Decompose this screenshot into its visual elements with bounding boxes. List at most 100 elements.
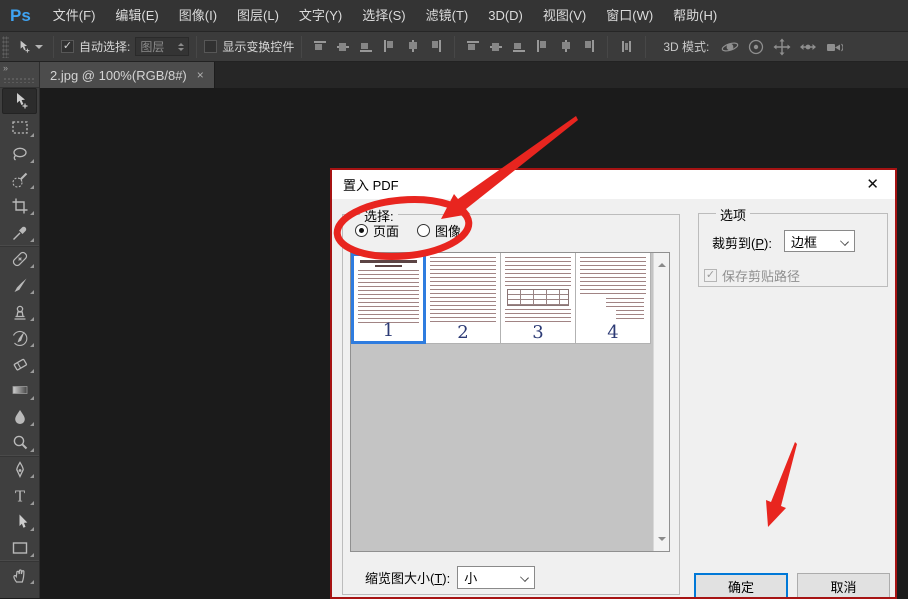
collapse-panel-icon[interactable]: »: [3, 63, 8, 73]
separator: [196, 36, 197, 58]
show-transform-checkbox[interactable]: 显示变换控件: [204, 38, 294, 55]
dialog-title-bar[interactable]: 置入 PDF ✕: [332, 170, 895, 199]
separator: [53, 36, 54, 58]
separator: [301, 36, 302, 58]
pan-3d-camera-icon[interactable]: [773, 38, 791, 56]
radio-pages-label: 页面: [373, 221, 399, 240]
radio-selected-icon[interactable]: [355, 224, 368, 237]
pdf-page-thumbnail-3[interactable]: 3: [501, 253, 576, 344]
thumbnail-size-dropdown[interactable]: 小: [457, 566, 535, 589]
align-vertical-centers-icon[interactable]: [335, 38, 352, 55]
tools-panel-header[interactable]: »: [0, 62, 39, 88]
menu-item-type[interactable]: 文字(Y): [289, 0, 352, 31]
distribute-bottom-icon[interactable]: [511, 38, 528, 55]
menu-item-window[interactable]: 窗口(W): [596, 0, 663, 31]
tab-close-icon[interactable]: ×: [197, 68, 204, 82]
tool-crop[interactable]: [0, 193, 39, 219]
ok-button[interactable]: 确定: [694, 573, 788, 597]
tool-path-selection[interactable]: [0, 509, 39, 535]
tool-hand[interactable]: [0, 561, 39, 587]
document-tab-title: 2.jpg @ 100%(RGB/8#): [50, 68, 187, 83]
tool-rectangle-shape[interactable]: [0, 535, 39, 561]
roll-3d-camera-icon[interactable]: [747, 38, 765, 56]
tool-lasso[interactable]: [0, 141, 39, 167]
tool-eyedropper[interactable]: [0, 219, 39, 245]
menu-item-layer[interactable]: 图层(L): [227, 0, 289, 31]
tool-quick-selection[interactable]: [0, 167, 39, 193]
page-number: 1: [354, 320, 423, 341]
tool-eraser[interactable]: [0, 351, 39, 377]
distribute-horizontal-centers-icon[interactable]: [557, 38, 574, 55]
align-left-edges-icon[interactable]: [381, 38, 398, 55]
align-right-edges-icon[interactable]: [427, 38, 444, 55]
tool-clone-stamp[interactable]: [0, 298, 39, 324]
separator: [645, 36, 646, 58]
auto-select-checkbox[interactable]: ✓ 自动选择:: [61, 38, 130, 55]
tool-pen[interactable]: [0, 456, 39, 482]
checked-checkbox-icon[interactable]: ✓: [61, 40, 74, 53]
auto-select-label: 自动选择:: [79, 38, 130, 55]
page-number: 2: [426, 322, 500, 343]
auto-select-target-dropdown[interactable]: 图层: [135, 37, 189, 56]
thumbnail-size-value: 小: [464, 568, 477, 587]
distribute-right-icon[interactable]: [580, 38, 597, 55]
pdf-page-thumbnail-4[interactable]: 4: [576, 253, 651, 344]
menu-bar: Ps 文件(F) 编辑(E) 图像(I) 图层(L) 文字(Y) 选择(S) 滤…: [0, 0, 908, 32]
menu-item-edit[interactable]: 编辑(E): [105, 0, 168, 31]
tool-spot-healing-brush[interactable]: [0, 246, 39, 272]
dialog-title: 置入 PDF: [343, 175, 399, 194]
cancel-button[interactable]: 取消: [797, 573, 890, 597]
tool-brush[interactable]: [0, 272, 39, 298]
pdf-page-thumbnail-2[interactable]: 2: [426, 253, 501, 344]
page-number: 4: [576, 322, 650, 343]
distribute-spacing-icon[interactable]: [618, 38, 635, 55]
align-top-edges-icon[interactable]: [312, 38, 329, 55]
spinner-arrows-icon: [178, 40, 184, 54]
scroll-down-icon[interactable]: [658, 537, 666, 545]
chevron-down-icon: [840, 237, 849, 246]
menu-item-file[interactable]: 文件(F): [43, 0, 106, 31]
menu-item-help[interactable]: 帮助(H): [663, 0, 727, 31]
tool-history-brush[interactable]: [0, 325, 39, 351]
scrollbar[interactable]: [653, 253, 669, 551]
crop-to-dropdown[interactable]: 边框: [784, 230, 855, 252]
menu-item-3d[interactable]: 3D(D): [478, 0, 533, 31]
scroll-up-icon[interactable]: [658, 259, 666, 267]
radio-unselected-icon[interactable]: [417, 224, 430, 237]
dialog-close-icon[interactable]: ✕: [866, 175, 879, 193]
menu-item-select[interactable]: 选择(S): [352, 0, 415, 31]
panel-drag-dots[interactable]: [3, 77, 36, 83]
tool-rectangular-marquee[interactable]: [0, 114, 39, 140]
save-clip-path-checkbox: ✓ 保存剪贴路径: [704, 266, 800, 285]
pdf-page-thumbnail-1[interactable]: 1: [351, 253, 426, 344]
radio-images[interactable]: 图像: [417, 221, 461, 240]
radio-pages[interactable]: 页面: [355, 221, 399, 240]
menu-item-image[interactable]: 图像(I): [169, 0, 227, 31]
dolly-3d-camera-icon[interactable]: [825, 38, 843, 56]
menu-item-view[interactable]: 视图(V): [533, 0, 596, 31]
distribute-left-icon[interactable]: [534, 38, 551, 55]
distribute-top-icon[interactable]: [465, 38, 482, 55]
document-tab[interactable]: 2.jpg @ 100%(RGB/8#) ×: [40, 62, 215, 88]
slide-3d-camera-icon[interactable]: [799, 38, 817, 56]
show-transform-label: 显示变换控件: [222, 38, 294, 55]
options-group: 选项 裁剪到(P): 边框 ✓ 保存剪贴路径: [698, 213, 888, 287]
menu-item-filter[interactable]: 滤镜(T): [416, 0, 479, 31]
unchecked-checkbox-icon[interactable]: [204, 40, 217, 53]
tool-gradient[interactable]: [0, 377, 39, 403]
tool-move[interactable]: [2, 88, 37, 114]
align-horizontal-centers-icon[interactable]: [404, 38, 421, 55]
drag-handle[interactable]: [2, 36, 9, 58]
disabled-checked-checkbox-icon: ✓: [704, 269, 717, 282]
radio-images-label: 图像: [435, 221, 461, 240]
tool-dodge[interactable]: [0, 430, 39, 456]
current-tool-preset[interactable]: [15, 39, 43, 55]
svg-text:T: T: [14, 487, 24, 505]
tool-type[interactable]: T: [0, 482, 39, 508]
orbit-3d-camera-icon[interactable]: [721, 38, 739, 56]
photoshop-logo: Ps: [0, 6, 43, 26]
align-bottom-edges-icon[interactable]: [358, 38, 375, 55]
distribute-vertical-centers-icon[interactable]: [488, 38, 505, 55]
pdf-page-list[interactable]: 1 2 3: [350, 252, 670, 552]
tool-blur[interactable]: [0, 404, 39, 430]
